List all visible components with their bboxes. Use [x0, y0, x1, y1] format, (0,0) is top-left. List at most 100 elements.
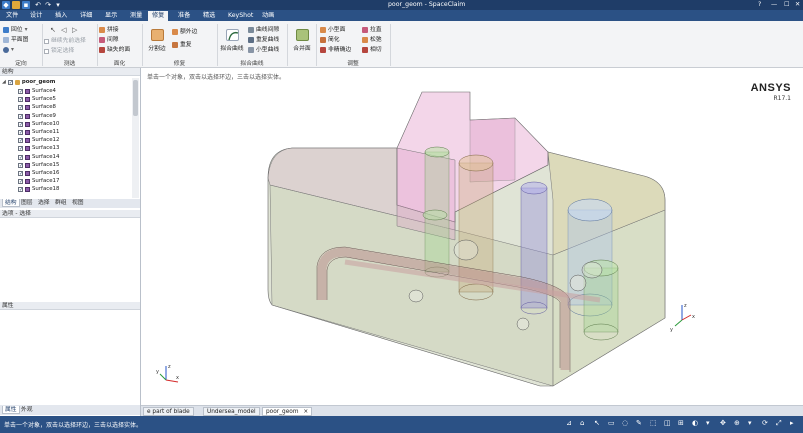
- tree-item[interactable]: ✓ Surface16: [18, 170, 59, 177]
- tab-animation[interactable]: 动画: [258, 11, 278, 21]
- zoom-dropdown-icon[interactable]: ▾: [748, 419, 752, 428]
- tree-item[interactable]: ✓ Surface8: [18, 104, 56, 111]
- view-dropdown-icon[interactable]: ▾: [706, 419, 710, 428]
- model-hole[interactable]: [453, 239, 479, 261]
- boundary-select-icon[interactable]: ⬚: [650, 419, 657, 428]
- panel-tab-selection[interactable]: 选择: [36, 199, 52, 207]
- zoom-icon[interactable]: ⊕: [734, 419, 740, 428]
- orbit-icon[interactable]: ⟳: [762, 419, 768, 428]
- tab-insert[interactable]: 插入: [51, 11, 71, 21]
- continue-selection-option[interactable]: 继续先前选择: [44, 37, 86, 45]
- missing-faces-button[interactable]: 缺失的面: [99, 46, 130, 54]
- close-tab-icon[interactable]: ×: [303, 409, 308, 415]
- tree-scrollbar[interactable]: [132, 78, 139, 198]
- tree-checkbox[interactable]: ✓: [18, 154, 23, 160]
- inexact-edges-button[interactable]: 非精确边: [320, 46, 351, 54]
- lasso-icon[interactable]: ◌: [622, 419, 628, 428]
- tree-root[interactable]: ◢ ✓ poor_geom: [2, 79, 55, 86]
- model-cylinder[interactable]: [520, 181, 548, 315]
- tree-item[interactable]: ✓ Surface15: [18, 162, 59, 169]
- close-button[interactable]: ✕: [795, 0, 800, 10]
- tree-item[interactable]: ✓ Surface4: [18, 88, 56, 95]
- redo-icon[interactable]: ↷: [44, 1, 52, 9]
- tree-checkbox[interactable]: ✓: [18, 97, 23, 103]
- tab-detail[interactable]: 详细: [76, 11, 96, 21]
- paint-select-icon[interactable]: ✎: [636, 419, 642, 428]
- home-view-button[interactable]: 回位 ▾: [3, 26, 28, 34]
- lock-selection-option[interactable]: 锁定选择: [44, 47, 74, 55]
- window-icon[interactable]: ◫: [664, 419, 671, 428]
- tree-item[interactable]: ✓ Surface11: [18, 129, 59, 136]
- tree-checkbox[interactable]: ✓: [18, 113, 23, 119]
- tab-design[interactable]: 设计: [26, 11, 46, 21]
- tree-item[interactable]: ✓ Surface13: [18, 145, 59, 152]
- quick-access-dropdown-icon[interactable]: ▾: [54, 1, 62, 9]
- tree-checkbox[interactable]: ✓: [18, 89, 23, 95]
- select-icon[interactable]: ↖: [594, 419, 600, 428]
- duplicate-curves-button[interactable]: 重复曲线: [248, 36, 279, 44]
- box-select-icon[interactable]: ▭: [608, 419, 615, 428]
- help-button[interactable]: ?: [758, 0, 761, 10]
- doc-tab-blade[interactable]: e part of blade: [143, 407, 194, 416]
- tree-checkbox[interactable]: ✓: [18, 146, 23, 152]
- straighten-button[interactable]: 拉直: [362, 26, 382, 34]
- minimize-button[interactable]: —: [771, 0, 777, 10]
- doc-tab-undersea-model[interactable]: Undersea_model: [203, 407, 260, 416]
- next-icon[interactable]: ▷: [72, 26, 77, 34]
- grid-icon[interactable]: ⊞: [678, 419, 684, 428]
- tree-item[interactable]: ✓ Surface9: [18, 113, 56, 120]
- fit-view-icon[interactable]: ⤢: [776, 419, 782, 428]
- fit-curves-button[interactable]: 拟合曲线: [218, 29, 246, 52]
- tree-checkbox[interactable]: ✓: [18, 121, 23, 127]
- tree-item[interactable]: ✓ Surface5: [18, 96, 56, 103]
- relax-button[interactable]: 松弛: [362, 36, 382, 44]
- previous-icon[interactable]: ◁: [61, 26, 66, 34]
- tree-checkbox[interactable]: ✓: [18, 187, 23, 193]
- model-hole[interactable]: [408, 289, 424, 303]
- curve-gaps-button[interactable]: 曲线间隙: [248, 26, 279, 34]
- plan-view-button[interactable]: 平面图: [3, 36, 28, 44]
- tab-select[interactable]: 精选: [199, 11, 219, 21]
- tree-item[interactable]: ✓ Surface17: [18, 178, 59, 185]
- tree-item[interactable]: ✓ Surface18: [18, 186, 59, 193]
- filter-icon[interactable]: ⊿: [566, 419, 572, 428]
- panel-tab-groups[interactable]: 群组: [53, 199, 69, 207]
- tree-checkbox[interactable]: ✓: [18, 138, 23, 144]
- maximize-button[interactable]: ☐: [784, 0, 790, 10]
- tree-checkbox[interactable]: ✓: [18, 105, 23, 111]
- doc-tab-poor-geom[interactable]: poor_geom ×: [262, 407, 313, 416]
- model-cylinder[interactable]: [422, 209, 448, 221]
- tree-checkbox[interactable]: ✓: [18, 179, 23, 185]
- tree-checkbox[interactable]: ✓: [18, 171, 23, 177]
- split-edge-button[interactable]: 分割边: [144, 29, 170, 52]
- tree-item[interactable]: ✓ Surface14: [18, 154, 59, 161]
- panel-tab-structure[interactable]: 结构: [2, 199, 20, 207]
- model-hole[interactable]: [516, 317, 530, 331]
- tree-item[interactable]: ✓ Surface12: [18, 137, 59, 144]
- simplify-button[interactable]: 简化: [320, 36, 340, 44]
- tree-checkbox[interactable]: ✓: [7, 80, 13, 86]
- tree-item[interactable]: ✓ Surface10: [18, 121, 59, 128]
- model-geometry[interactable]: z x y z x y: [141, 68, 803, 405]
- model-hole[interactable]: [569, 274, 587, 292]
- select-cursor-icon[interactable]: ↖: [50, 26, 56, 34]
- duplicates-button[interactable]: 重复: [172, 41, 192, 49]
- small-faces-button[interactable]: 小型面: [320, 26, 345, 34]
- tab-properties[interactable]: 属性: [2, 406, 20, 414]
- tab-file[interactable]: 文件: [2, 11, 22, 21]
- render-mode-icon[interactable]: ◐: [692, 419, 698, 428]
- undo-icon[interactable]: ↶: [34, 1, 42, 9]
- stitch-button[interactable]: 拼接: [99, 26, 119, 34]
- tab-keyshot[interactable]: KeyShot: [224, 11, 257, 21]
- tab-appearance[interactable]: 外观: [19, 406, 35, 414]
- collapse-icon[interactable]: ◢: [2, 79, 6, 86]
- tree-checkbox[interactable]: ✓: [18, 162, 23, 168]
- merge-faces-button[interactable]: 合并面: [289, 29, 315, 52]
- 3d-viewport[interactable]: 单击一个对象，双击以选择环边，三击以选择实体。 ANSYS R17.1 z x …: [141, 68, 803, 405]
- orient-dropdown-button[interactable]: ▾: [3, 46, 14, 54]
- tab-prepare[interactable]: 准备: [174, 11, 194, 21]
- lock-selection-checkbox[interactable]: [44, 48, 49, 54]
- panel-tab-views[interactable]: 视图: [70, 199, 86, 207]
- tab-repair[interactable]: 修复: [148, 11, 169, 21]
- small-curves-button[interactable]: 小型曲线: [248, 46, 279, 54]
